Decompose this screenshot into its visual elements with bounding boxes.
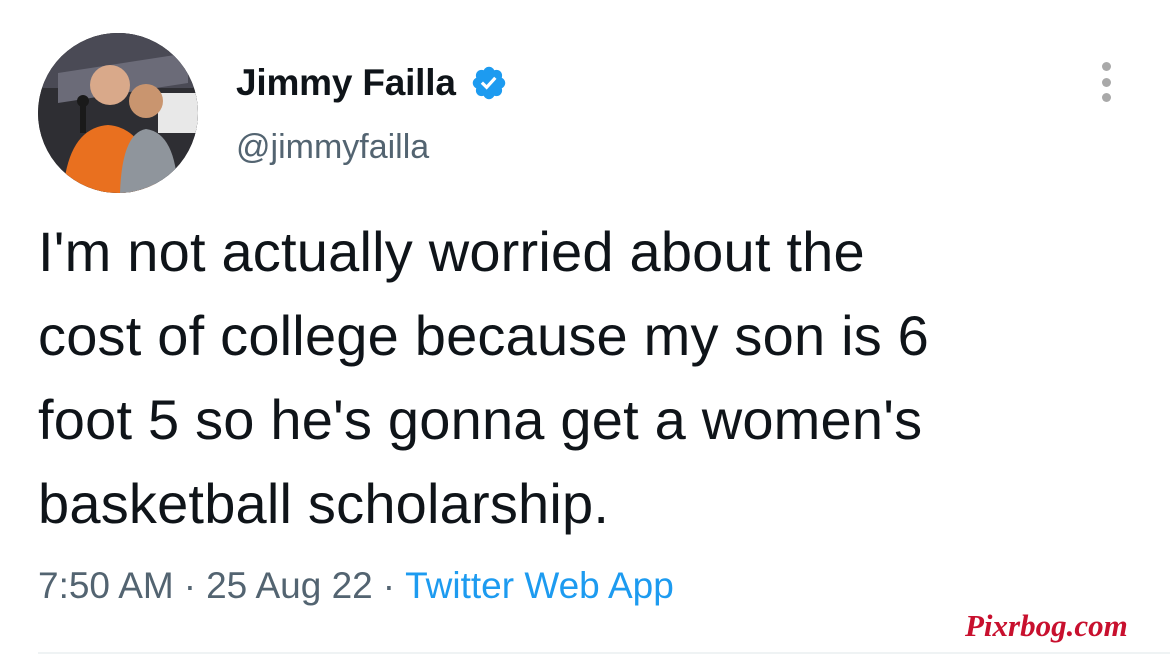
tweet-source-link[interactable]: Twitter Web App [405, 565, 674, 606]
more-dot [1101, 93, 1111, 102]
verified-badge-icon [470, 64, 508, 102]
user-handle[interactable]: @jimmyfailla [236, 128, 508, 167]
more-options-icon[interactable] [1096, 62, 1116, 102]
tweet-header: Jimmy Failla @jimmyfailla [236, 58, 508, 167]
tweet-text-line: I'm not actually worried about the [38, 220, 865, 283]
tweet-metadata: 7:50 AM · 25 Aug 22 · Twitter Web App [38, 565, 674, 607]
meta-separator: · [382, 565, 396, 606]
divider [38, 652, 1170, 654]
avatar-photo [38, 33, 198, 193]
tweet-date[interactable]: 25 Aug 22 [206, 565, 373, 606]
tweet-text-line: cost of college because my son is 6 [38, 304, 930, 367]
meta-separator: · [183, 565, 197, 606]
watermark: Pixrbog.com [965, 608, 1128, 643]
more-dot [1101, 77, 1111, 87]
name-row: Jimmy Failla [236, 58, 508, 108]
more-dot [1101, 62, 1111, 71]
tweet-text-line: foot 5 so he's gonna get a women's [38, 388, 923, 451]
tweet-text: I'm not actually worried about the cost … [38, 210, 1138, 546]
display-name[interactable]: Jimmy Failla [236, 62, 456, 104]
tweet-time[interactable]: 7:50 AM [38, 565, 174, 606]
profile-avatar[interactable] [38, 33, 198, 193]
tweet-text-line: basketball scholarship. [38, 472, 610, 535]
tweet-card: Jimmy Failla @jimmyfailla I'm not actual… [0, 0, 1170, 659]
